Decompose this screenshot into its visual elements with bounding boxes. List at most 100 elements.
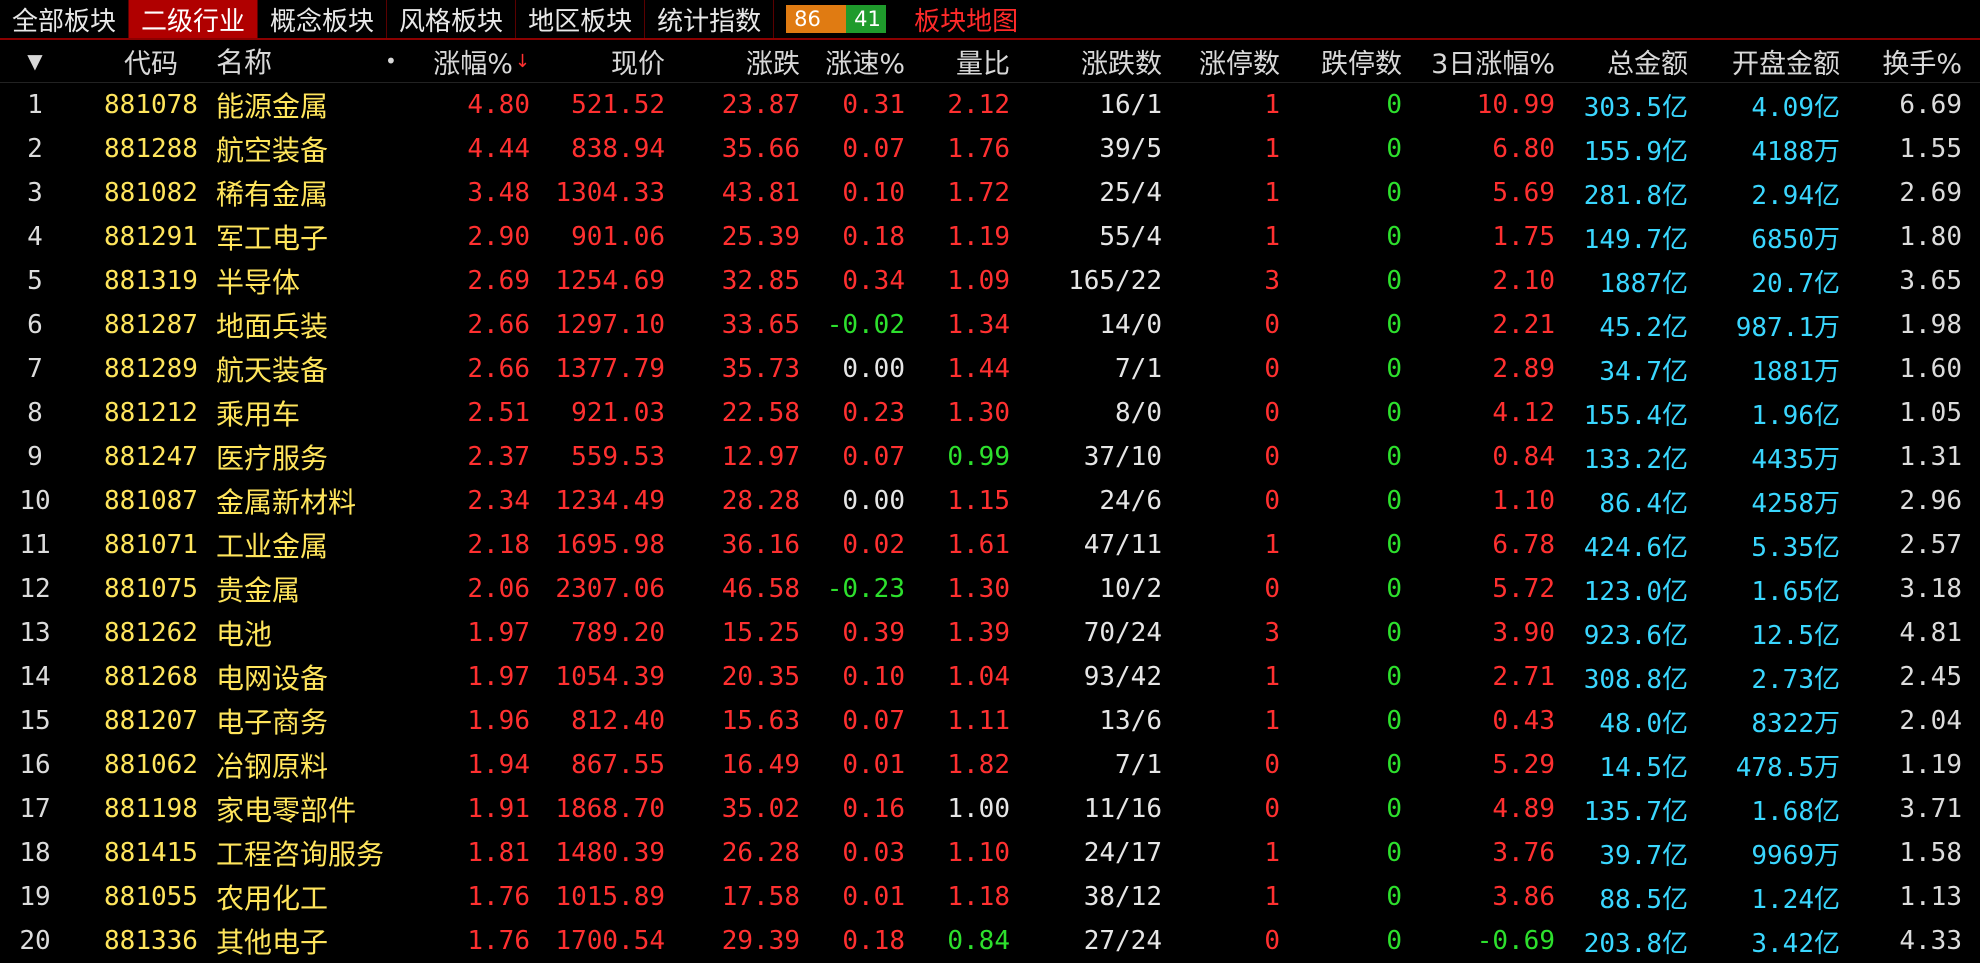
table-row[interactable]: 9 881247 医疗服务 2.37 559.53 12.97 0.07 0.99 37/10 0… [0,435,1980,479]
change-pct: 2.37 [467,442,530,472]
header-turnover[interactable]: 换手% [1850,40,1962,82]
total-amount: 34.7亿 [1599,356,1688,387]
limit-up-count: 0 [1264,750,1280,780]
header-3day-change[interactable]: 3日涨幅% [1410,40,1555,82]
tab-concept-sectors[interactable]: 概念板块 [258,0,388,38]
sector-name: 地面兵装 [216,310,329,343]
change: 12.97 [721,442,800,472]
turnover-pct: 1.13 [1899,882,1962,912]
change-pct: 2.18 [467,530,530,560]
sector-map-link[interactable]: 板块地图 [914,0,1018,38]
turnover-pct: 1.98 [1899,310,1962,340]
limit-down-count: 0 [1386,662,1402,692]
column-menu-icon[interactable]: ▼ [10,40,60,82]
table-row[interactable]: 6 881287 地面兵装 2.66 1297.10 33.65 -0.02 1.34 14/0… [0,303,1980,347]
volume-ratio: 1.34 [947,310,1010,340]
up-down-count: 24/6 [1099,486,1162,516]
header-price[interactable]: 现价 [540,40,665,82]
speed-pct: 0.00 [842,486,905,516]
table-row[interactable]: 14 881268 电网设备 1.97 1054.39 20.35 0.10 1.04 93/4… [0,655,1980,699]
limit-up-count: 0 [1264,442,1280,472]
change-pct: 1.96 [467,706,530,736]
row-index: 5 [27,266,43,296]
3day-change-pct: 5.69 [1492,178,1555,208]
speed-pct: 0.03 [842,838,905,868]
volume-ratio: 1.10 [947,838,1010,868]
table-row[interactable]: 3 881082 稀有金属 3.48 1304.33 43.81 0.10 1.72 25/4 1… [0,171,1980,215]
volume-ratio: 1.11 [947,706,1010,736]
row-index: 11 [19,530,51,560]
total-amount: 45.2亿 [1599,312,1688,343]
sector-code: 881082 [104,178,198,208]
total-amount: 88.5亿 [1599,884,1688,915]
table-row[interactable]: 19 881055 农用化工 1.76 1015.89 17.58 0.01 1.18 38/1… [0,875,1980,919]
header-speed[interactable]: 涨速% [810,40,905,82]
speed-pct: 0.02 [842,530,905,560]
sector-name: 电池 [216,618,273,651]
row-index: 3 [27,178,43,208]
volume-ratio: 1.76 [947,134,1010,164]
header-up-down-count[interactable]: 涨跌数 [1040,40,1162,82]
table-row[interactable]: 17 881198 家电零部件 1.91 1868.70 35.02 0.16 1.00 11/… [0,787,1980,831]
sector-code: 881289 [104,354,198,384]
table-row[interactable]: 12 881075 贵金属 2.06 2307.06 46.58 -0.23 1.30 10/2… [0,567,1980,611]
tab-stat-indices[interactable]: 统计指数 [645,0,775,38]
row-index: 16 [19,750,51,780]
table-row[interactable]: 13 881262 电池 1.97 789.20 15.25 0.39 1.39 70/24 3 0… [0,611,1980,655]
change: 15.25 [721,618,800,648]
3day-change-pct: 3.86 [1492,882,1555,912]
table-row[interactable]: 4 881291 军工电子 2.90 901.06 25.39 0.18 1.19 55/4 1 0… [0,215,1980,259]
header-limit-down[interactable]: 跌停数 [1290,40,1402,82]
turnover-pct: 1.58 [1899,838,1962,868]
limit-up-count: 1 [1264,838,1280,868]
3day-change-pct: 3.90 [1492,618,1555,648]
header-volume-ratio[interactable]: 量比 [915,40,1010,82]
limit-up-count: 0 [1264,794,1280,824]
table-row[interactable]: 5 881319 半导体 2.69 1254.69 32.85 0.34 1.09 165/22… [0,259,1980,303]
table-row[interactable]: 20 881336 其他电子 1.76 1700.54 29.39 0.18 0.84 27/2… [0,919,1980,963]
turnover-pct: 2.96 [1899,486,1962,516]
turnover-pct: 2.69 [1899,178,1962,208]
sector-code: 881268 [104,662,198,692]
speed-pct: 0.18 [842,926,905,956]
sector-name: 金属新材料 [216,486,357,519]
turnover-pct: 6.69 [1899,90,1962,120]
turnover-pct: 1.55 [1899,134,1962,164]
tab-style-sectors[interactable]: 风格板块 [387,0,517,38]
table-row[interactable]: 7 881289 航天装备 2.66 1377.79 35.73 0.00 1.44 7/1 0 0… [0,347,1980,391]
header-change[interactable]: 涨跌 [675,40,800,82]
tab-region-sectors[interactable]: 地区板块 [516,0,646,38]
change: 17.58 [721,882,800,912]
table-row[interactable]: 15 881207 电子商务 1.96 812.40 15.63 0.07 1.11 13/6 1… [0,699,1980,743]
price: 1304.33 [555,178,665,208]
price: 812.40 [571,706,665,736]
header-change-pct[interactable]: 涨幅% ↓ [420,40,530,82]
sector-name: 工业金属 [216,530,329,563]
change-pct: 2.66 [467,310,530,340]
header-open-amount[interactable]: 开盘金额 [1705,40,1840,82]
sector-code: 881198 [104,794,198,824]
header-code[interactable]: 代码 [96,40,206,82]
3day-change-pct: 4.89 [1492,794,1555,824]
up-down-count: 165/22 [1068,266,1162,296]
header-total-amount[interactable]: 总金额 [1560,40,1688,82]
tab-all-sectors[interactable]: 全部板块 [0,0,130,38]
up-down-count: 38/12 [1083,882,1162,912]
limit-down-count: 0 [1386,310,1402,340]
table-row[interactable]: 10 881087 金属新材料 2.34 1234.49 28.28 0.00 1.15 24/… [0,479,1980,523]
table-row[interactable]: 16 881062 冶钢原料 1.94 867.55 16.49 0.01 1.82 7/1 0 0… [0,743,1980,787]
limit-down-count: 0 [1386,90,1402,120]
open-amount: 6850万 [1751,224,1840,255]
total-amount: 281.8亿 [1583,180,1688,211]
limit-down-count: 0 [1386,442,1402,472]
header-limit-up[interactable]: 涨停数 [1170,40,1280,82]
table-row[interactable]: 1 881078 能源金属 4.80 521.52 23.87 0.31 2.12 16/1 1 0… [0,83,1980,127]
table-row[interactable]: 11 881071 工业金属 2.18 1695.98 36.16 0.02 1.61 47/1… [0,523,1980,567]
tab-secondary-industry[interactable]: 二级行业 [129,0,259,38]
3day-change-pct: 2.89 [1492,354,1555,384]
table-row[interactable]: 2 881288 航空装备 4.44 838.94 35.66 0.07 1.76 39/5 1 0… [0,127,1980,171]
table-row[interactable]: 18 881415 工程咨询服务 1.81 1480.39 26.28 0.03 1.10 24… [0,831,1980,875]
table-row[interactable]: 8 881212 乘用车 2.51 921.03 22.58 0.23 1.30 8/0 0 0 4.… [0,391,1980,435]
sector-name: 航空装备 [216,134,329,167]
3day-change-pct: 5.29 [1492,750,1555,780]
